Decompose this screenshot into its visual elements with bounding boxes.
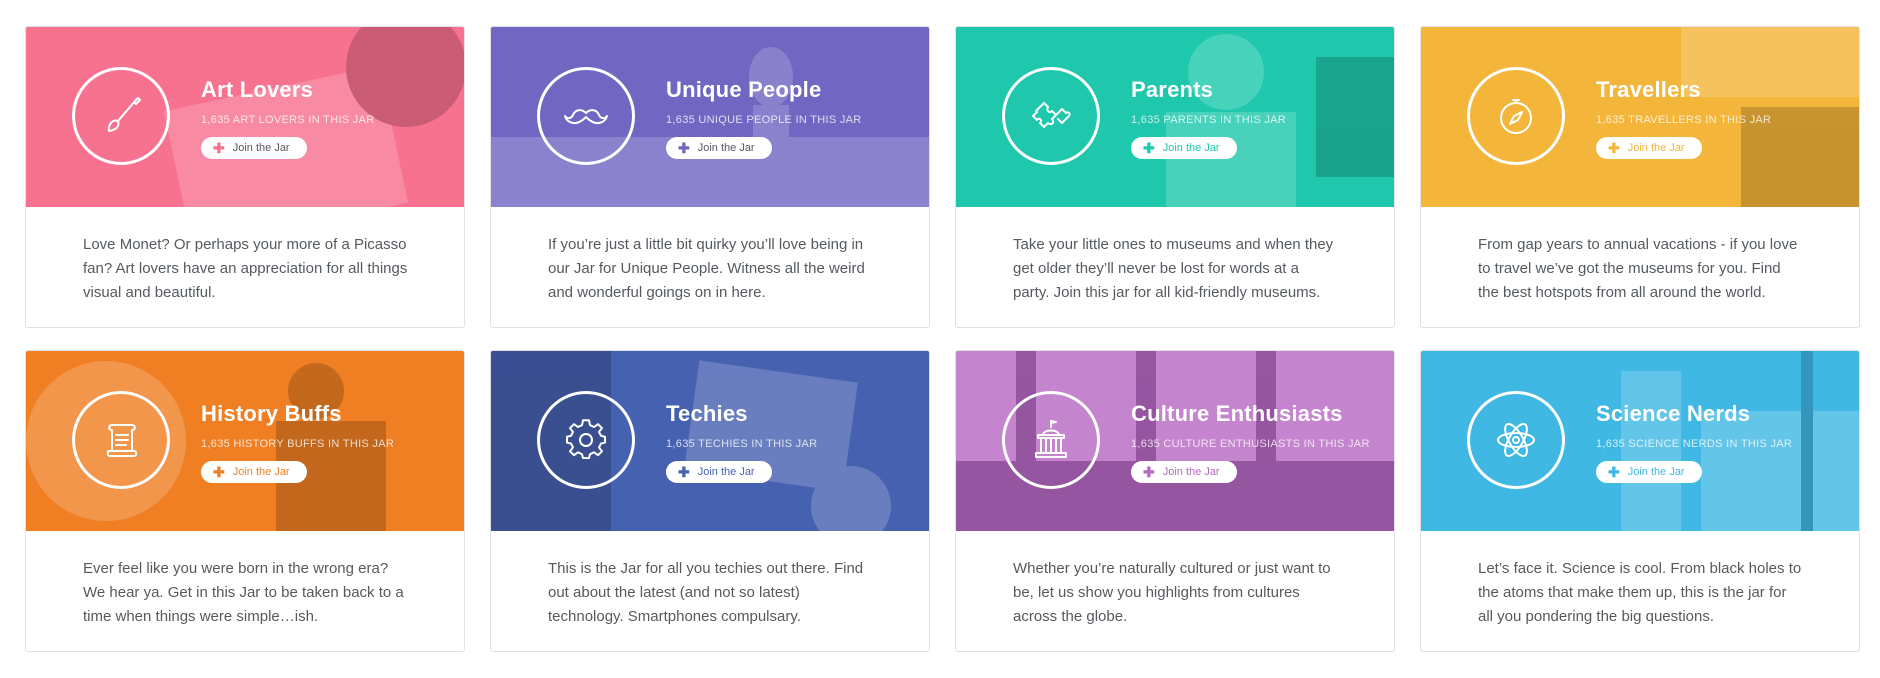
card-description: Whether you’re naturally cultured or jus… [1013,560,1331,625]
card-description: Let’s face it. Science is cool. From bla… [1478,560,1802,625]
card-banner: Unique People 1,635 UNIQUE PEOPLE IN THI… [491,27,929,207]
join-jar-label: Join the Jar [697,142,755,154]
member-count: 1,635 ART LOVERS IN THIS JAR [201,114,375,126]
card-description: Take your little ones to museums and whe… [1013,236,1334,301]
card-title: Parents [1131,77,1214,102]
join-jar-label: Join the Jar [1162,142,1220,154]
puzzle-icon [1002,67,1100,165]
member-count: 1,635 TECHIES IN THIS JAR [666,438,818,450]
plus-icon: ✚ [1143,140,1155,156]
card-banner: Culture Enthusiasts 1,635 CULTURE ENTHUS… [956,351,1394,531]
join-jar-button[interactable]: ✚ Join the Jar [666,461,772,483]
join-jar-button[interactable]: ✚ Join the Jar [1131,461,1237,483]
join-jar-button[interactable]: ✚ Join the Jar [201,461,307,483]
card-description: This is the Jar for all you techies out … [548,560,864,625]
member-count: 1,635 PARENTS IN THIS JAR [1131,114,1287,126]
card-description: If you’re just a little bit quirky you’l… [548,236,865,301]
card-title: Science Nerds [1596,401,1751,426]
jar-card-culture-enthusiasts: Culture Enthusiasts 1,635 CULTURE ENTHUS… [955,350,1395,652]
plus-icon: ✚ [213,464,225,480]
member-count: 1,635 SCIENCE NERDS IN THIS JAR [1596,438,1793,450]
scroll-icon [72,391,170,489]
jar-card-travellers: Travellers 1,635 TRAVELLERS IN THIS JAR … [1420,26,1860,328]
card-title: Art Lovers [201,77,314,102]
jar-card-history-buffs: History Buffs 1,635 HISTORY BUFFS IN THI… [25,350,465,652]
join-jar-button[interactable]: ✚ Join the Jar [666,137,772,159]
card-description: Love Monet? Or perhaps your more of a Pi… [83,236,408,301]
mustache-icon [537,67,635,165]
card-title: Culture Enthusiasts [1131,401,1343,426]
atom-icon [1467,391,1565,489]
jar-card-techies: Techies 1,635 TECHIES IN THIS JAR ✚ Join… [490,350,930,652]
member-count: 1,635 TRAVELLERS IN THIS JAR [1596,114,1772,126]
card-title: Travellers [1596,77,1701,102]
museum-icon [1002,391,1100,489]
paintbrush-icon [72,67,170,165]
join-jar-label: Join the Jar [1627,466,1685,478]
card-banner: History Buffs 1,635 HISTORY BUFFS IN THI… [26,351,464,531]
member-count: 1,635 CULTURE ENTHUSIASTS IN THIS JAR [1131,438,1370,450]
card-banner: Techies 1,635 TECHIES IN THIS JAR ✚ Join… [491,351,929,531]
join-jar-label: Join the Jar [1162,466,1220,478]
jar-card-grid: Art Lovers 1,635 ART LOVERS IN THIS JAR … [25,26,1860,652]
card-banner: Parents 1,635 PARENTS IN THIS JAR ✚ Join… [956,27,1394,207]
card-banner: Travellers 1,635 TRAVELLERS IN THIS JAR … [1421,27,1859,207]
join-jar-button[interactable]: ✚ Join the Jar [1596,137,1702,159]
join-jar-button[interactable]: ✚ Join the Jar [1131,137,1237,159]
join-jar-label: Join the Jar [1627,142,1685,154]
jar-card-art-lovers: Art Lovers 1,635 ART LOVERS IN THIS JAR … [25,26,465,328]
jar-card-parents: Parents 1,635 PARENTS IN THIS JAR ✚ Join… [955,26,1395,328]
join-jar-label: Join the Jar [697,466,755,478]
card-title: History Buffs [201,401,342,426]
join-jar-button[interactable]: ✚ Join the Jar [1596,461,1702,483]
plus-icon: ✚ [678,140,690,156]
plus-icon: ✚ [1143,464,1155,480]
member-count: 1,635 UNIQUE PEOPLE IN THIS JAR [666,114,862,126]
card-banner: Science Nerds 1,635 SCIENCE NERDS IN THI… [1421,351,1859,531]
card-banner: Art Lovers 1,635 ART LOVERS IN THIS JAR … [26,27,464,207]
jar-card-unique-people: Unique People 1,635 UNIQUE PEOPLE IN THI… [490,26,930,328]
jar-card-science-nerds: Science Nerds 1,635 SCIENCE NERDS IN THI… [1420,350,1860,652]
join-jar-label: Join the Jar [232,142,290,154]
card-description: From gap years to annual vacations - if … [1478,236,1798,301]
member-count: 1,635 HISTORY BUFFS IN THIS JAR [201,438,395,450]
card-description: Ever feel like you were born in the wron… [83,560,404,625]
plus-icon: ✚ [1608,140,1620,156]
card-title: Unique People [666,77,822,102]
plus-icon: ✚ [1608,464,1620,480]
compass-icon [1467,67,1565,165]
plus-icon: ✚ [213,140,225,156]
gear-icon [537,391,635,489]
join-jar-button[interactable]: ✚ Join the Jar [201,137,307,159]
card-title: Techies [666,401,748,426]
join-jar-label: Join the Jar [232,466,290,478]
plus-icon: ✚ [678,464,690,480]
